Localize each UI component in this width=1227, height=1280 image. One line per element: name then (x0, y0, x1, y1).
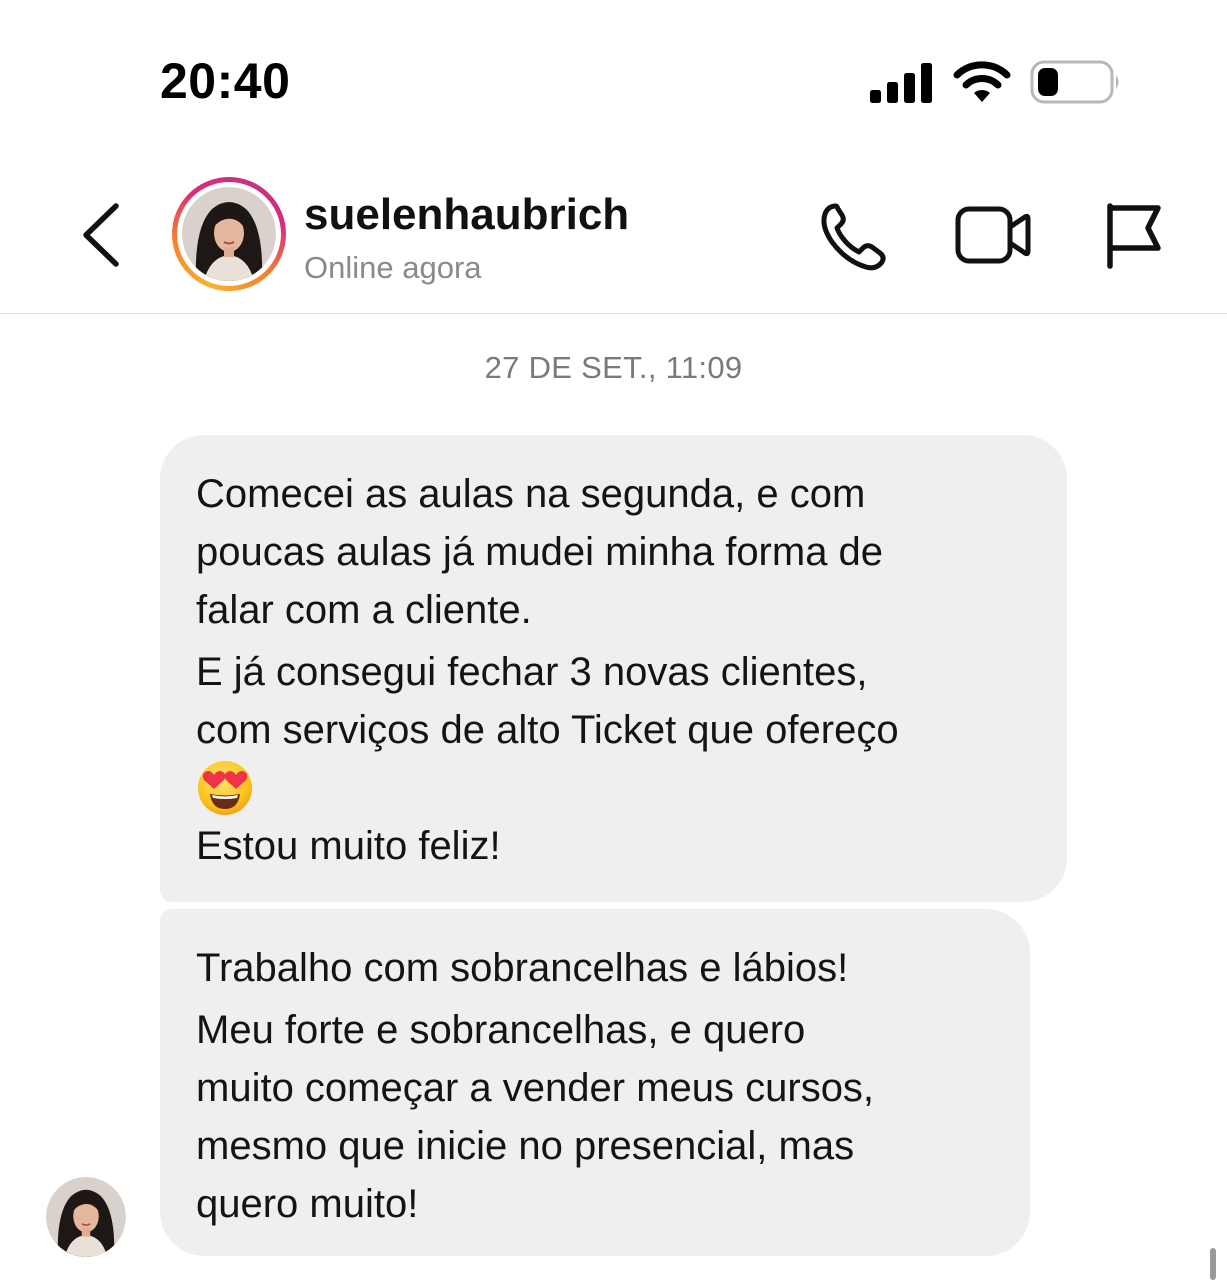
video-camera-icon[interactable] (955, 205, 1031, 265)
message-line: Comecei as aulas na segunda, e com (196, 472, 866, 516)
message-bubble[interactable]: Trabalho com sobrancelhas e lábios! Meu … (160, 909, 1030, 1256)
chevron-left-icon[interactable] (78, 202, 124, 268)
cellular-signal-icon (870, 63, 932, 103)
heart-eyes-emoji-icon (198, 761, 252, 815)
avatar-photo (182, 187, 276, 281)
message-line: quero muito! (196, 1182, 419, 1226)
presence-status: Online agora (304, 250, 482, 285)
message-line: mesmo que inicie no presencial, mas (196, 1124, 855, 1168)
conversation-header: suelenhaubrich Online agora (0, 160, 1227, 314)
message-line: Estou muito feliz! (196, 824, 501, 868)
status-bar: 20:40 (0, 0, 1227, 150)
message-line: muito começar a vender meus cursos, (196, 1066, 875, 1110)
message-line: E já consegui fechar 3 novas clientes, (196, 650, 868, 694)
message-line: poucas aulas já mudei minha forma de (196, 530, 884, 574)
message-line: Meu forte e sobrancelhas, e quero (196, 1008, 806, 1052)
flag-icon[interactable] (1104, 202, 1164, 270)
profile-avatar[interactable] (172, 177, 286, 291)
message-bubble[interactable]: Comecei as aulas na segunda, e com pouca… (160, 435, 1067, 902)
battery-icon (1030, 60, 1119, 104)
conversation-username[interactable]: suelenhaubrich (304, 190, 629, 240)
thread-timestamp: 27 DE SET., 11:09 (484, 350, 743, 385)
message-line: Trabalho com sobrancelhas e lábios! (196, 946, 849, 990)
message-line: com serviços de alto Ticket que ofereço (196, 708, 899, 752)
status-time: 20:40 (160, 53, 291, 109)
dm-thread-screen: 20:40 suelenhaubrich Online agora 27 DE … (0, 0, 1227, 1280)
message-line: falar com a cliente. (196, 588, 532, 632)
sender-avatar[interactable] (46, 1177, 126, 1257)
wifi-icon (953, 61, 1011, 102)
scroll-indicator[interactable] (1210, 1248, 1216, 1280)
phone-icon[interactable] (818, 200, 890, 272)
avatar-photo (46, 1177, 126, 1257)
